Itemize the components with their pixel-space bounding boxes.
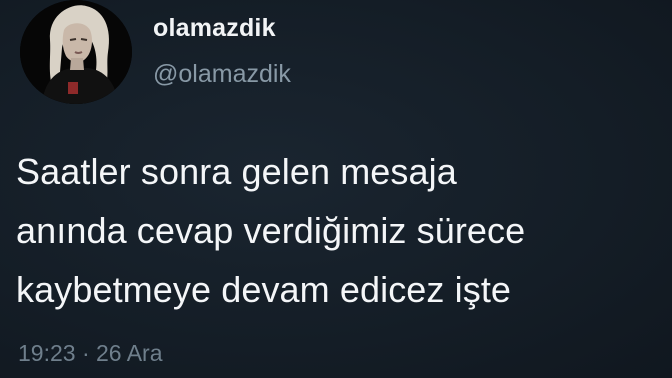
tweet-text-line: kaybetmeye devam edicez işte <box>16 269 512 310</box>
tweet-text: Saatler sonra gelen mesaja anında cevap … <box>16 142 666 319</box>
avatar-photo-icon <box>20 0 132 104</box>
tweet-text-line: anında cevap verdiğimiz sürece <box>16 210 526 251</box>
user-handle[interactable]: @olamazdik <box>153 60 291 89</box>
tweet-time: 19:23 <box>18 340 76 366</box>
meta-separator: · <box>81 340 90 366</box>
tweet-timestamp[interactable]: 19:23 · 26 Ara <box>18 340 163 367</box>
tweet-card: olamazdik @olamazdik Saatler sonra gelen… <box>0 0 672 378</box>
tweet-text-line: Saatler sonra gelen mesaja <box>16 151 457 192</box>
display-name[interactable]: olamazdik <box>153 14 276 43</box>
tweet-date: 26 Ara <box>96 340 163 366</box>
avatar[interactable] <box>20 0 132 104</box>
